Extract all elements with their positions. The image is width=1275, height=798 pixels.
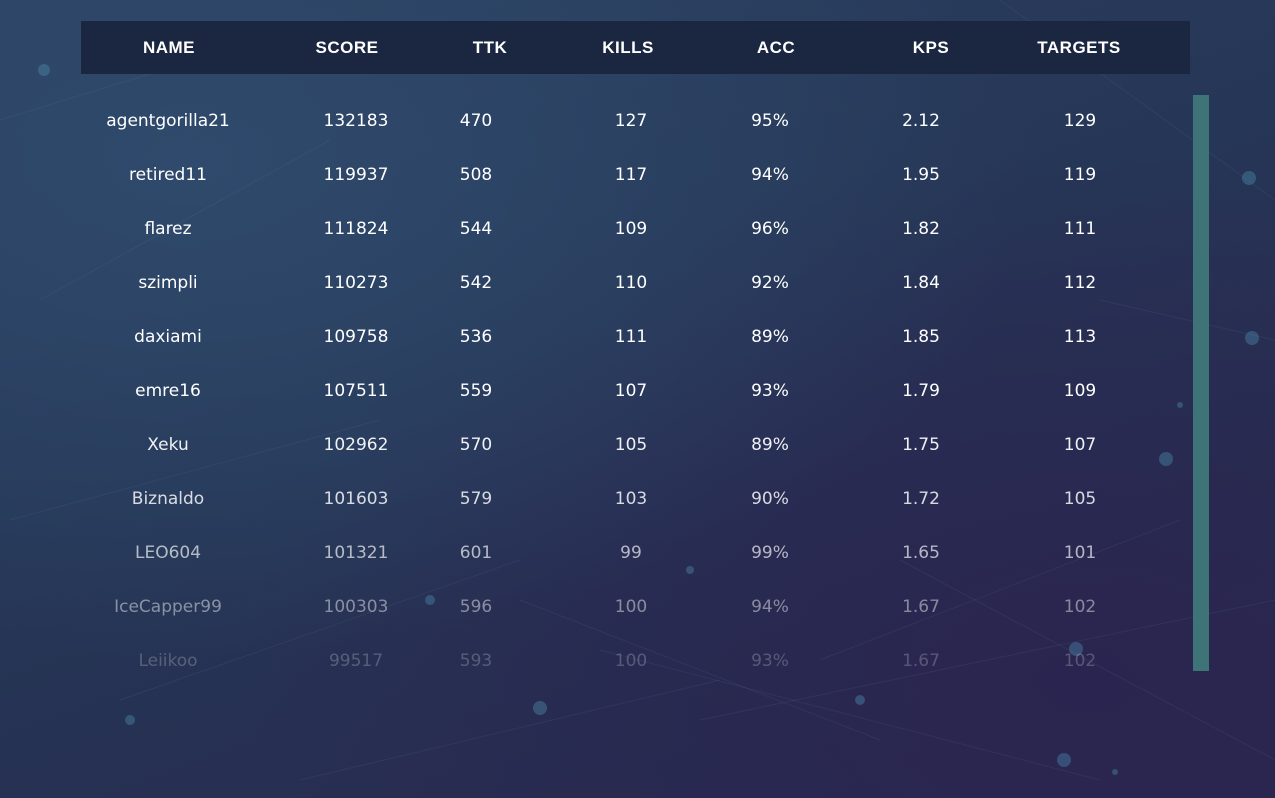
cell-kills: 109 bbox=[614, 219, 648, 239]
cell-score: 110273 bbox=[323, 273, 389, 293]
cell-ttk: 593 bbox=[459, 651, 493, 671]
cell-player-name: emre16 bbox=[135, 381, 201, 401]
cell-accuracy: 93% bbox=[751, 381, 789, 401]
cell-accuracy: 99% bbox=[751, 543, 789, 563]
cell-kills: 111 bbox=[614, 327, 648, 347]
scrollbar-thumb[interactable] bbox=[1193, 95, 1209, 671]
cell-kps: 1.95 bbox=[902, 165, 940, 185]
scrollbar[interactable] bbox=[1193, 95, 1209, 671]
cell-accuracy: 89% bbox=[751, 327, 789, 347]
cell-player-name: agentgorilla21 bbox=[106, 111, 230, 131]
cell-ttk: 536 bbox=[459, 327, 493, 347]
cell-targets: 113 bbox=[1063, 327, 1097, 347]
cell-targets: 129 bbox=[1063, 111, 1097, 131]
cell-kills: 105 bbox=[614, 435, 648, 455]
cell-accuracy: 95% bbox=[751, 111, 789, 131]
cell-kps: 1.82 bbox=[902, 219, 940, 239]
column-header-targets[interactable]: TARGETS bbox=[1037, 21, 1120, 74]
cell-targets: 105 bbox=[1063, 489, 1097, 509]
cell-kps: 1.85 bbox=[902, 327, 940, 347]
cell-kps: 1.72 bbox=[902, 489, 940, 509]
cell-score: 102962 bbox=[323, 435, 389, 455]
leaderboard-header: NAME SCORE TTK KILLS ACC KPS TARGETS bbox=[81, 21, 1190, 74]
cell-targets: 109 bbox=[1063, 381, 1097, 401]
cell-player-name: retired11 bbox=[129, 165, 207, 185]
cell-ttk: 559 bbox=[459, 381, 493, 401]
cell-kills: 117 bbox=[614, 165, 648, 185]
cell-kps: 1.67 bbox=[902, 597, 940, 617]
cell-kills: 110 bbox=[614, 273, 648, 293]
cell-targets: 112 bbox=[1063, 273, 1097, 293]
cell-ttk: 542 bbox=[459, 273, 493, 293]
cell-kps: 1.75 bbox=[902, 435, 940, 455]
cell-score: 119937 bbox=[323, 165, 389, 185]
cell-kills: 100 bbox=[614, 651, 648, 671]
table-row[interactable]: IceCapper99 100303 596 100 94% 1.67 102 bbox=[0, 580, 1190, 634]
cell-accuracy: 90% bbox=[751, 489, 789, 509]
cell-targets: 102 bbox=[1063, 651, 1097, 671]
table-row[interactable]: flarez 111824 544 109 96% 1.82 111 bbox=[0, 202, 1190, 256]
cell-ttk: 601 bbox=[459, 543, 493, 563]
table-row[interactable]: Xeku 102962 570 105 89% 1.75 107 bbox=[0, 418, 1190, 472]
table-row[interactable]: agentgorilla21 132183 470 127 95% 2.12 129 bbox=[0, 94, 1190, 148]
cell-score: 100303 bbox=[323, 597, 389, 617]
table-row[interactable]: szimpli 110273 542 110 92% 1.84 112 bbox=[0, 256, 1190, 310]
cell-accuracy: 94% bbox=[751, 165, 789, 185]
column-header-kills[interactable]: KILLS bbox=[602, 21, 654, 74]
leaderboard-rows: agentgorilla21 132183 470 127 95% 2.12 129 reti… bbox=[0, 94, 1275, 688]
cell-score: 107511 bbox=[323, 381, 389, 401]
cell-score: 101321 bbox=[323, 543, 389, 563]
cell-accuracy: 96% bbox=[751, 219, 789, 239]
cell-targets: 102 bbox=[1063, 597, 1097, 617]
cell-kills: 103 bbox=[614, 489, 648, 509]
cell-score: 111824 bbox=[323, 219, 389, 239]
cell-kills: 107 bbox=[614, 381, 648, 401]
cell-targets: 107 bbox=[1063, 435, 1097, 455]
cell-kps: 1.79 bbox=[902, 381, 940, 401]
cell-ttk: 579 bbox=[459, 489, 493, 509]
table-row[interactable]: Biznaldo 101603 579 103 90% 1.72 105 bbox=[0, 472, 1190, 526]
cell-score: 109758 bbox=[323, 327, 389, 347]
cell-score: 132183 bbox=[323, 111, 389, 131]
cell-player-name: daxiami bbox=[134, 327, 202, 347]
column-header-acc[interactable]: ACC bbox=[757, 21, 795, 74]
cell-kills: 99 bbox=[620, 543, 642, 563]
cell-score: 99517 bbox=[328, 651, 384, 671]
cell-ttk: 596 bbox=[459, 597, 493, 617]
table-row[interactable]: emre16 107511 559 107 93% 1.79 109 bbox=[0, 364, 1190, 418]
table-row[interactable]: daxiami 109758 536 111 89% 1.85 113 bbox=[0, 310, 1190, 364]
cell-kps: 1.67 bbox=[902, 651, 940, 671]
cell-targets: 119 bbox=[1063, 165, 1097, 185]
column-header-score[interactable]: SCORE bbox=[316, 21, 379, 74]
cell-player-name: LEO604 bbox=[134, 543, 202, 563]
cell-accuracy: 92% bbox=[751, 273, 789, 293]
cell-player-name: szimpli bbox=[138, 273, 198, 293]
cell-accuracy: 89% bbox=[751, 435, 789, 455]
cell-kills: 127 bbox=[614, 111, 648, 131]
cell-player-name: flarez bbox=[144, 219, 192, 239]
cell-accuracy: 93% bbox=[751, 651, 789, 671]
cell-player-name: Biznaldo bbox=[131, 489, 205, 509]
table-row[interactable]: retired11 119937 508 117 94% 1.95 119 bbox=[0, 148, 1190, 202]
column-header-name[interactable]: NAME bbox=[143, 21, 195, 74]
cell-ttk: 544 bbox=[459, 219, 493, 239]
table-row[interactable]: LEO604 101321 601 99 99% 1.65 101 bbox=[0, 526, 1190, 580]
cell-ttk: 570 bbox=[459, 435, 493, 455]
cell-ttk: 470 bbox=[459, 111, 493, 131]
cell-player-name: Leiikoo bbox=[138, 651, 198, 671]
column-header-ttk[interactable]: TTK bbox=[473, 21, 508, 74]
cell-ttk: 508 bbox=[459, 165, 493, 185]
column-header-kps[interactable]: KPS bbox=[913, 21, 949, 74]
cell-targets: 101 bbox=[1063, 543, 1097, 563]
cell-accuracy: 94% bbox=[751, 597, 789, 617]
cell-player-name: Xeku bbox=[147, 435, 189, 455]
table-row[interactable]: Leiikoo 99517 593 100 93% 1.67 102 bbox=[0, 634, 1190, 688]
cell-kps: 2.12 bbox=[902, 111, 940, 131]
cell-targets: 111 bbox=[1063, 219, 1097, 239]
cell-player-name: IceCapper99 bbox=[114, 597, 222, 617]
cell-kps: 1.84 bbox=[902, 273, 940, 293]
cell-kps: 1.65 bbox=[902, 543, 940, 563]
cell-kills: 100 bbox=[614, 597, 648, 617]
cell-score: 101603 bbox=[323, 489, 389, 509]
